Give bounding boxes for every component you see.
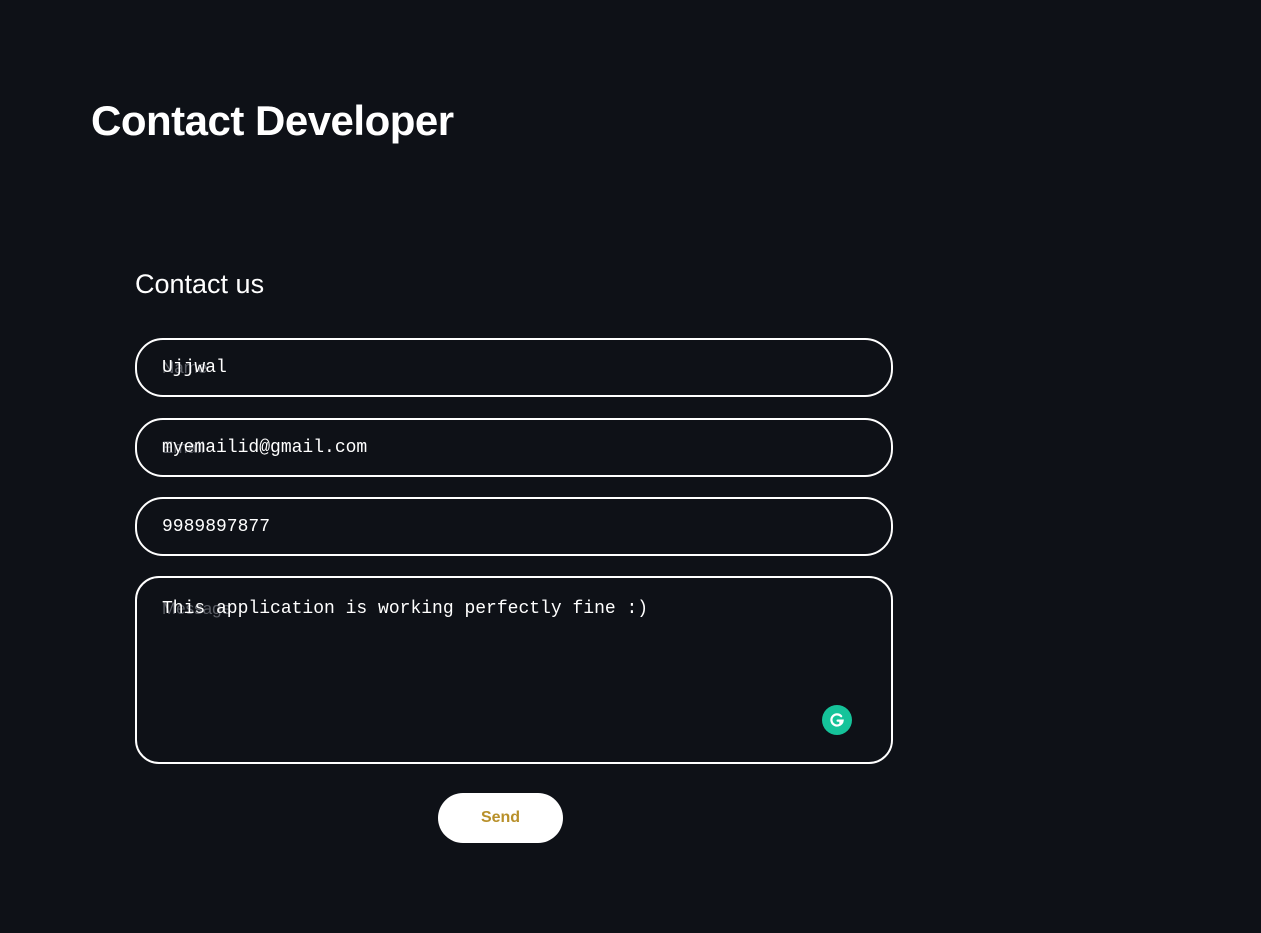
name-value: Ujjwal — [162, 357, 227, 378]
message-field[interactable]: Message This application is working perf… — [135, 576, 893, 764]
message-value: This application is working perfectly fi… — [162, 599, 649, 619]
phone-field[interactable]: 9989897877 — [135, 497, 893, 556]
page-title: Contact Developer — [91, 97, 454, 144]
send-button[interactable]: Send — [438, 793, 563, 843]
grammarly-icon[interactable] — [822, 705, 852, 735]
email-value: myemailid@gmail.com — [162, 437, 368, 458]
grammarly-glyph — [830, 713, 844, 727]
email-field[interactable]: Email myemailid@gmail.com — [135, 418, 893, 477]
phone-value: 9989897877 — [162, 516, 271, 537]
name-field[interactable]: Name Ujjwal — [135, 338, 893, 397]
form-heading: Contact us — [135, 269, 265, 299]
